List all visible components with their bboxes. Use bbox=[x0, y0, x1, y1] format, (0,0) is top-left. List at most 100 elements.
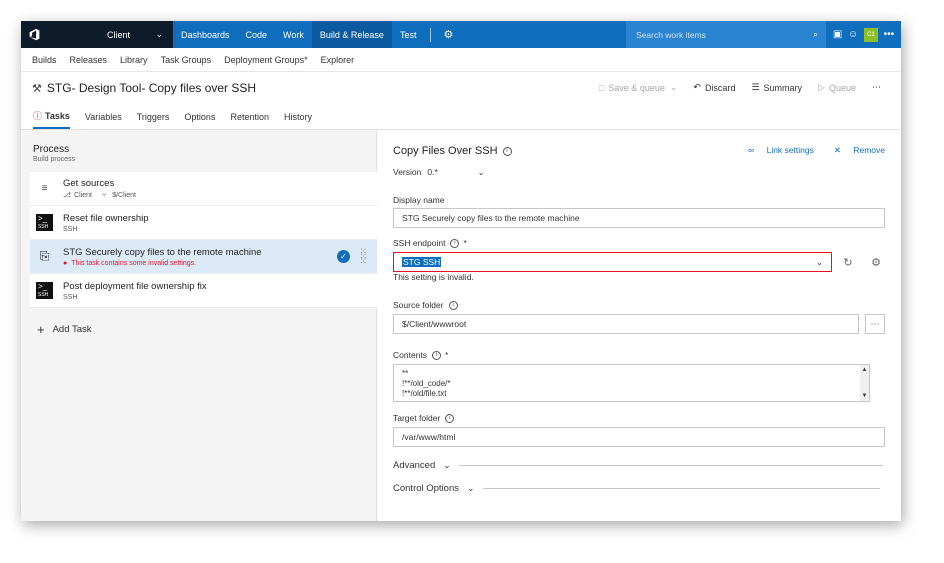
error-icon: ● bbox=[63, 259, 68, 267]
task-name: Post deployment file ownership fix bbox=[63, 280, 207, 292]
tab-history[interactable]: History bbox=[284, 112, 312, 129]
close-icon: ✕ bbox=[833, 145, 841, 155]
info-icon[interactable]: i bbox=[502, 146, 512, 156]
tab-tasks-label: Tasks bbox=[45, 110, 70, 121]
repo-icon: ⎇ bbox=[63, 192, 72, 199]
required-marker: * bbox=[445, 350, 449, 360]
page-title[interactable]: STG- Design Tool- Copy files over SSH bbox=[47, 81, 256, 95]
task-reset-file-ownership[interactable]: >_ SSH Reset file ownership SSH bbox=[30, 206, 377, 240]
nav-dashboards[interactable]: Dashboards bbox=[173, 21, 238, 48]
undo-icon: ↶ bbox=[693, 82, 701, 92]
queue-button[interactable]: ▷ Queue bbox=[818, 82, 856, 93]
discard-button[interactable]: ↶ Discard bbox=[693, 82, 735, 93]
nav-test[interactable]: Test bbox=[392, 21, 425, 48]
advanced-label: Advanced bbox=[393, 460, 436, 471]
more-icon[interactable]: ••• bbox=[884, 29, 895, 40]
display-name-label: Display name bbox=[393, 195, 445, 205]
link-icon: ∞ bbox=[748, 145, 755, 155]
summary-label: Summary bbox=[763, 82, 803, 93]
task-list: ≡ Get sources ⎇ Client ⑂ $/Client >_ SSH … bbox=[30, 172, 377, 308]
info-icon[interactable]: i bbox=[450, 238, 460, 248]
manage-gear-icon[interactable]: ⚙ bbox=[866, 252, 886, 272]
shopping-bag-icon[interactable]: ▣ bbox=[833, 29, 842, 40]
save-icon: □ bbox=[598, 82, 605, 93]
info-icon[interactable]: i bbox=[445, 413, 455, 423]
title-row: ⚒ STG- Design Tool- Copy files over SSH … bbox=[21, 72, 901, 104]
avatar[interactable]: C1 bbox=[863, 27, 878, 42]
subnav-task-groups[interactable]: Task Groups bbox=[161, 55, 212, 65]
add-task-label: Add Task bbox=[52, 324, 92, 335]
control-options-section[interactable]: Control Options ⌄ bbox=[393, 483, 880, 494]
ssh-endpoint-label: SSH endpoint i * bbox=[393, 238, 467, 248]
chevron-down-icon: ⌄ bbox=[669, 82, 678, 92]
subnav-deployment-groups[interactable]: Deployment Groups* bbox=[224, 55, 308, 65]
vsts-logo-icon[interactable] bbox=[21, 21, 48, 48]
refresh-icon[interactable]: ↻ bbox=[838, 252, 858, 272]
smiley-icon[interactable]: ☺ bbox=[848, 29, 858, 40]
task-stg-copy-files[interactable]: ⎘ STG Securely copy files to the remote … bbox=[30, 240, 377, 274]
more-actions-icon[interactable]: ⋯ bbox=[872, 82, 881, 93]
subnav-library[interactable]: Library bbox=[120, 55, 148, 65]
drag-handle-icon[interactable]: ⁙ ⁙ ⁙ bbox=[359, 247, 366, 266]
tab-triggers[interactable]: Triggers bbox=[137, 112, 170, 129]
task-get-sources[interactable]: ≡ Get sources ⎇ Client ⑂ $/Client bbox=[30, 172, 377, 206]
toolbar: □ Save & queue ⌄ ↶ Discard ☰ Summary ▷ Q… bbox=[583, 82, 881, 93]
process-header[interactable]: Process Build process bbox=[33, 144, 75, 163]
contents-line: ** bbox=[402, 369, 409, 378]
advanced-section[interactable]: Advanced ⌄ bbox=[393, 460, 883, 471]
save-queue-button[interactable]: □ Save & queue ⌄ bbox=[599, 82, 678, 93]
search-box[interactable]: Search work items ⌕ bbox=[626, 21, 826, 48]
browse-button[interactable]: ⋯ bbox=[865, 314, 885, 334]
tab-variables[interactable]: Variables bbox=[85, 112, 122, 129]
chevron-down-icon: ⌄ bbox=[155, 29, 163, 39]
task-post-deployment-fix[interactable]: >_ SSH Post deployment file ownership fix… bbox=[30, 274, 377, 308]
search-icon[interactable]: ⌕ bbox=[813, 29, 818, 40]
gear-icon[interactable]: ⚙ bbox=[437, 28, 459, 41]
remove-button[interactable]: ✕ Remove bbox=[824, 145, 885, 156]
textarea-scrollbar[interactable]: ▲ ▼ bbox=[860, 365, 869, 401]
nav-divider bbox=[430, 27, 432, 42]
control-options-label: Control Options bbox=[393, 483, 460, 494]
chevron-down-icon: ⌄ bbox=[815, 256, 823, 267]
summary-button[interactable]: ☰ Summary bbox=[751, 82, 802, 93]
task-list-pane: Process Build process ≡ Get sources ⎇ Cl… bbox=[21, 130, 377, 521]
tab-tasks[interactable]: ⓘ Tasks bbox=[33, 109, 70, 129]
display-name-field[interactable]: STG Securely copy files to the remote ma… bbox=[393, 208, 885, 228]
subnav-releases[interactable]: Releases bbox=[70, 55, 108, 65]
task-detail-links: ∞ Link settings ✕ Remove bbox=[728, 145, 885, 156]
play-icon: ▷ bbox=[818, 82, 825, 92]
hub-nav: Dashboards Code Work Build & Release Tes… bbox=[173, 21, 626, 48]
discard-label: Discard bbox=[704, 82, 736, 93]
info-icon[interactable]: i bbox=[448, 300, 458, 310]
nav-work[interactable]: Work bbox=[275, 21, 312, 48]
info-icon[interactable]: i bbox=[432, 350, 442, 360]
plus-icon: + bbox=[37, 322, 45, 337]
enabled-check-icon[interactable]: ✓ bbox=[337, 250, 350, 263]
ssh-endpoint-select[interactable]: STG SSH ⌄ bbox=[393, 252, 832, 272]
contents-line: !**/old_code/* bbox=[402, 379, 451, 388]
section-divider bbox=[482, 488, 880, 489]
task-name: Get sources bbox=[63, 178, 115, 189]
definition-tabs: ⓘ Tasks Variables Triggers Options Reten… bbox=[21, 104, 901, 130]
source-icon: ≡ bbox=[41, 183, 48, 194]
version-selector[interactable]: Version 0.* ⌄ bbox=[393, 167, 484, 177]
target-folder-field[interactable]: /var/www/html bbox=[393, 427, 885, 447]
account-selector[interactable]: Client ⌄ bbox=[48, 21, 173, 48]
nav-code[interactable]: Code bbox=[238, 21, 276, 48]
validation-message: This setting is invalid. bbox=[393, 272, 474, 282]
task-detail-pane: Copy Files Over SSH i ∞ Link settings ✕ … bbox=[378, 130, 901, 521]
search-input[interactable]: Search work items bbox=[636, 30, 706, 40]
branch-icon: ⑂ bbox=[101, 191, 107, 199]
subnav-builds[interactable]: Builds bbox=[32, 55, 57, 65]
tab-options[interactable]: Options bbox=[184, 112, 215, 129]
process-subtitle: Build process bbox=[33, 156, 76, 163]
nav-build-release[interactable]: Build & Release bbox=[311, 21, 392, 48]
account-name: Client bbox=[107, 29, 131, 40]
add-task-button[interactable]: + Add Task bbox=[37, 322, 92, 337]
subnav-explorer[interactable]: Explorer bbox=[321, 55, 355, 65]
source-folder-field[interactable]: $/Client/wwwroot bbox=[393, 314, 859, 334]
tab-retention[interactable]: Retention bbox=[230, 112, 269, 129]
contents-textarea[interactable]: ** !**/old_code/* !**/old/file.txt ▲ ▼ bbox=[393, 364, 870, 402]
chevron-down-icon: ⌄ bbox=[477, 167, 485, 177]
link-settings-button[interactable]: ∞ Link settings bbox=[738, 145, 814, 156]
